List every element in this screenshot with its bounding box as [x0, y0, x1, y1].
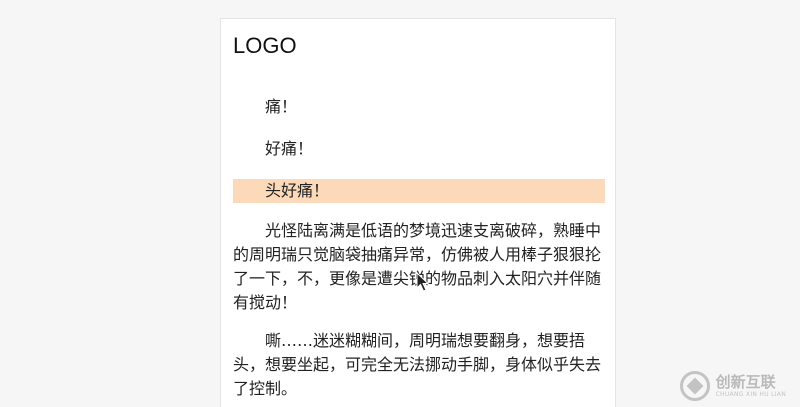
paragraph-1: 痛！ — [265, 97, 298, 116]
paragraph-3-highlighted[interactable]: 头好痛！ — [233, 179, 605, 203]
watermark-cn-text: 创新互联 — [715, 372, 776, 391]
mouse-pointer-icon — [416, 272, 430, 292]
paragraph-5: 嘶……迷迷糊糊间，周明瑞想要翻身，想要捂头，想要坐起，可完全无法挪动手脚，身体似… — [233, 331, 602, 398]
logo: LOGO — [233, 33, 297, 58]
paragraph-2: 好痛！ — [265, 139, 314, 158]
reader-card: LOGO 痛！ 好痛！ 头好痛！ 光怪陆离满是低语的梦境迅速支离破碎，熟睡中的周… — [220, 18, 616, 407]
article-content: 痛！ 好痛！ 头好痛！ 光怪陆离满是低语的梦境迅速支离破碎，熟睡中的周明瑞只觉脑… — [233, 95, 605, 407]
watermark-en-text: CHUANG XIN HU LIAN — [715, 390, 786, 398]
paragraph-4: 光怪陆离满是低语的梦境迅速支离破碎，熟睡中的周明瑞只觉脑袋抽痛异常，仿佛被人用棒… — [233, 221, 602, 312]
watermark-logo-icon — [679, 371, 710, 401]
watermark: 创新互联 CHUANG XIN HU LIAN — [679, 371, 786, 401]
